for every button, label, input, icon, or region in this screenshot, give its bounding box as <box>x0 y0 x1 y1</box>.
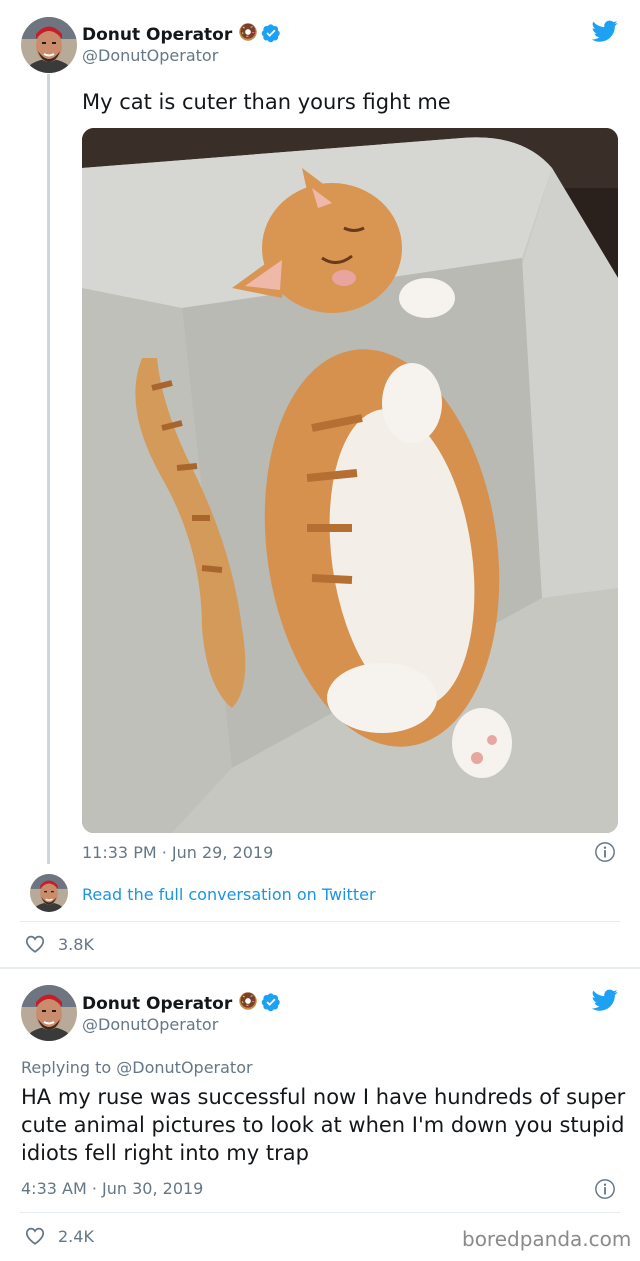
like-button[interactable]: 3.8K <box>24 933 94 955</box>
author-handle[interactable]: @DonutOperator <box>82 1015 218 1034</box>
avatar[interactable] <box>21 17 77 73</box>
donut-emoji-icon <box>238 991 258 1011</box>
author-name-text: Donut Operator <box>82 994 233 1014</box>
twitter-bird-icon[interactable] <box>590 987 620 1013</box>
read-conversation-link[interactable]: Read the full conversation on Twitter <box>82 885 376 904</box>
profile-photo <box>21 17 77 73</box>
tweet-text: HA my ruse was successful now I have hun… <box>21 1085 626 1165</box>
watermark: boredpanda.com <box>462 1227 632 1251</box>
info-icon[interactable] <box>594 841 616 863</box>
verified-badge-icon <box>261 992 281 1012</box>
donut-emoji-icon <box>238 22 258 42</box>
profile-photo-small <box>30 874 68 912</box>
author-name[interactable]: Donut Operator <box>82 22 281 45</box>
tweet-text: My cat is cuter than yours fight me <box>82 90 451 114</box>
cat-in-bed-image <box>82 128 618 833</box>
cat-photo[interactable] <box>82 128 618 833</box>
tweet-card-1: Donut Operator @DonutOperator My cat is … <box>0 0 640 968</box>
like-count: 2.4K <box>58 1226 94 1246</box>
info-icon[interactable] <box>594 1178 616 1200</box>
replying-to[interactable]: Replying to @DonutOperator <box>21 1058 253 1077</box>
divider <box>20 1212 620 1213</box>
heart-icon <box>24 933 46 955</box>
like-count: 3.8K <box>58 934 94 954</box>
tweet-timestamp[interactable]: 11:33 PM · Jun 29, 2019 <box>82 843 273 862</box>
divider <box>20 921 620 922</box>
conversation-avatar <box>30 874 68 912</box>
author-name-text: Donut Operator <box>82 25 233 45</box>
verified-badge-icon <box>261 23 281 43</box>
like-button[interactable]: 2.4K <box>24 1225 94 1247</box>
tweet-timestamp[interactable]: 4:33 AM · Jun 30, 2019 <box>21 1179 203 1198</box>
heart-icon <box>24 1225 46 1247</box>
author-name[interactable]: Donut Operator <box>82 991 281 1014</box>
tweet-card-2: Donut Operator @DonutOperator Replying t… <box>0 969 640 1261</box>
author-handle[interactable]: @DonutOperator <box>82 46 218 65</box>
twitter-bird-icon[interactable] <box>590 18 620 44</box>
thread-line <box>47 74 50 864</box>
profile-photo <box>21 985 77 1041</box>
avatar[interactable] <box>21 985 77 1041</box>
